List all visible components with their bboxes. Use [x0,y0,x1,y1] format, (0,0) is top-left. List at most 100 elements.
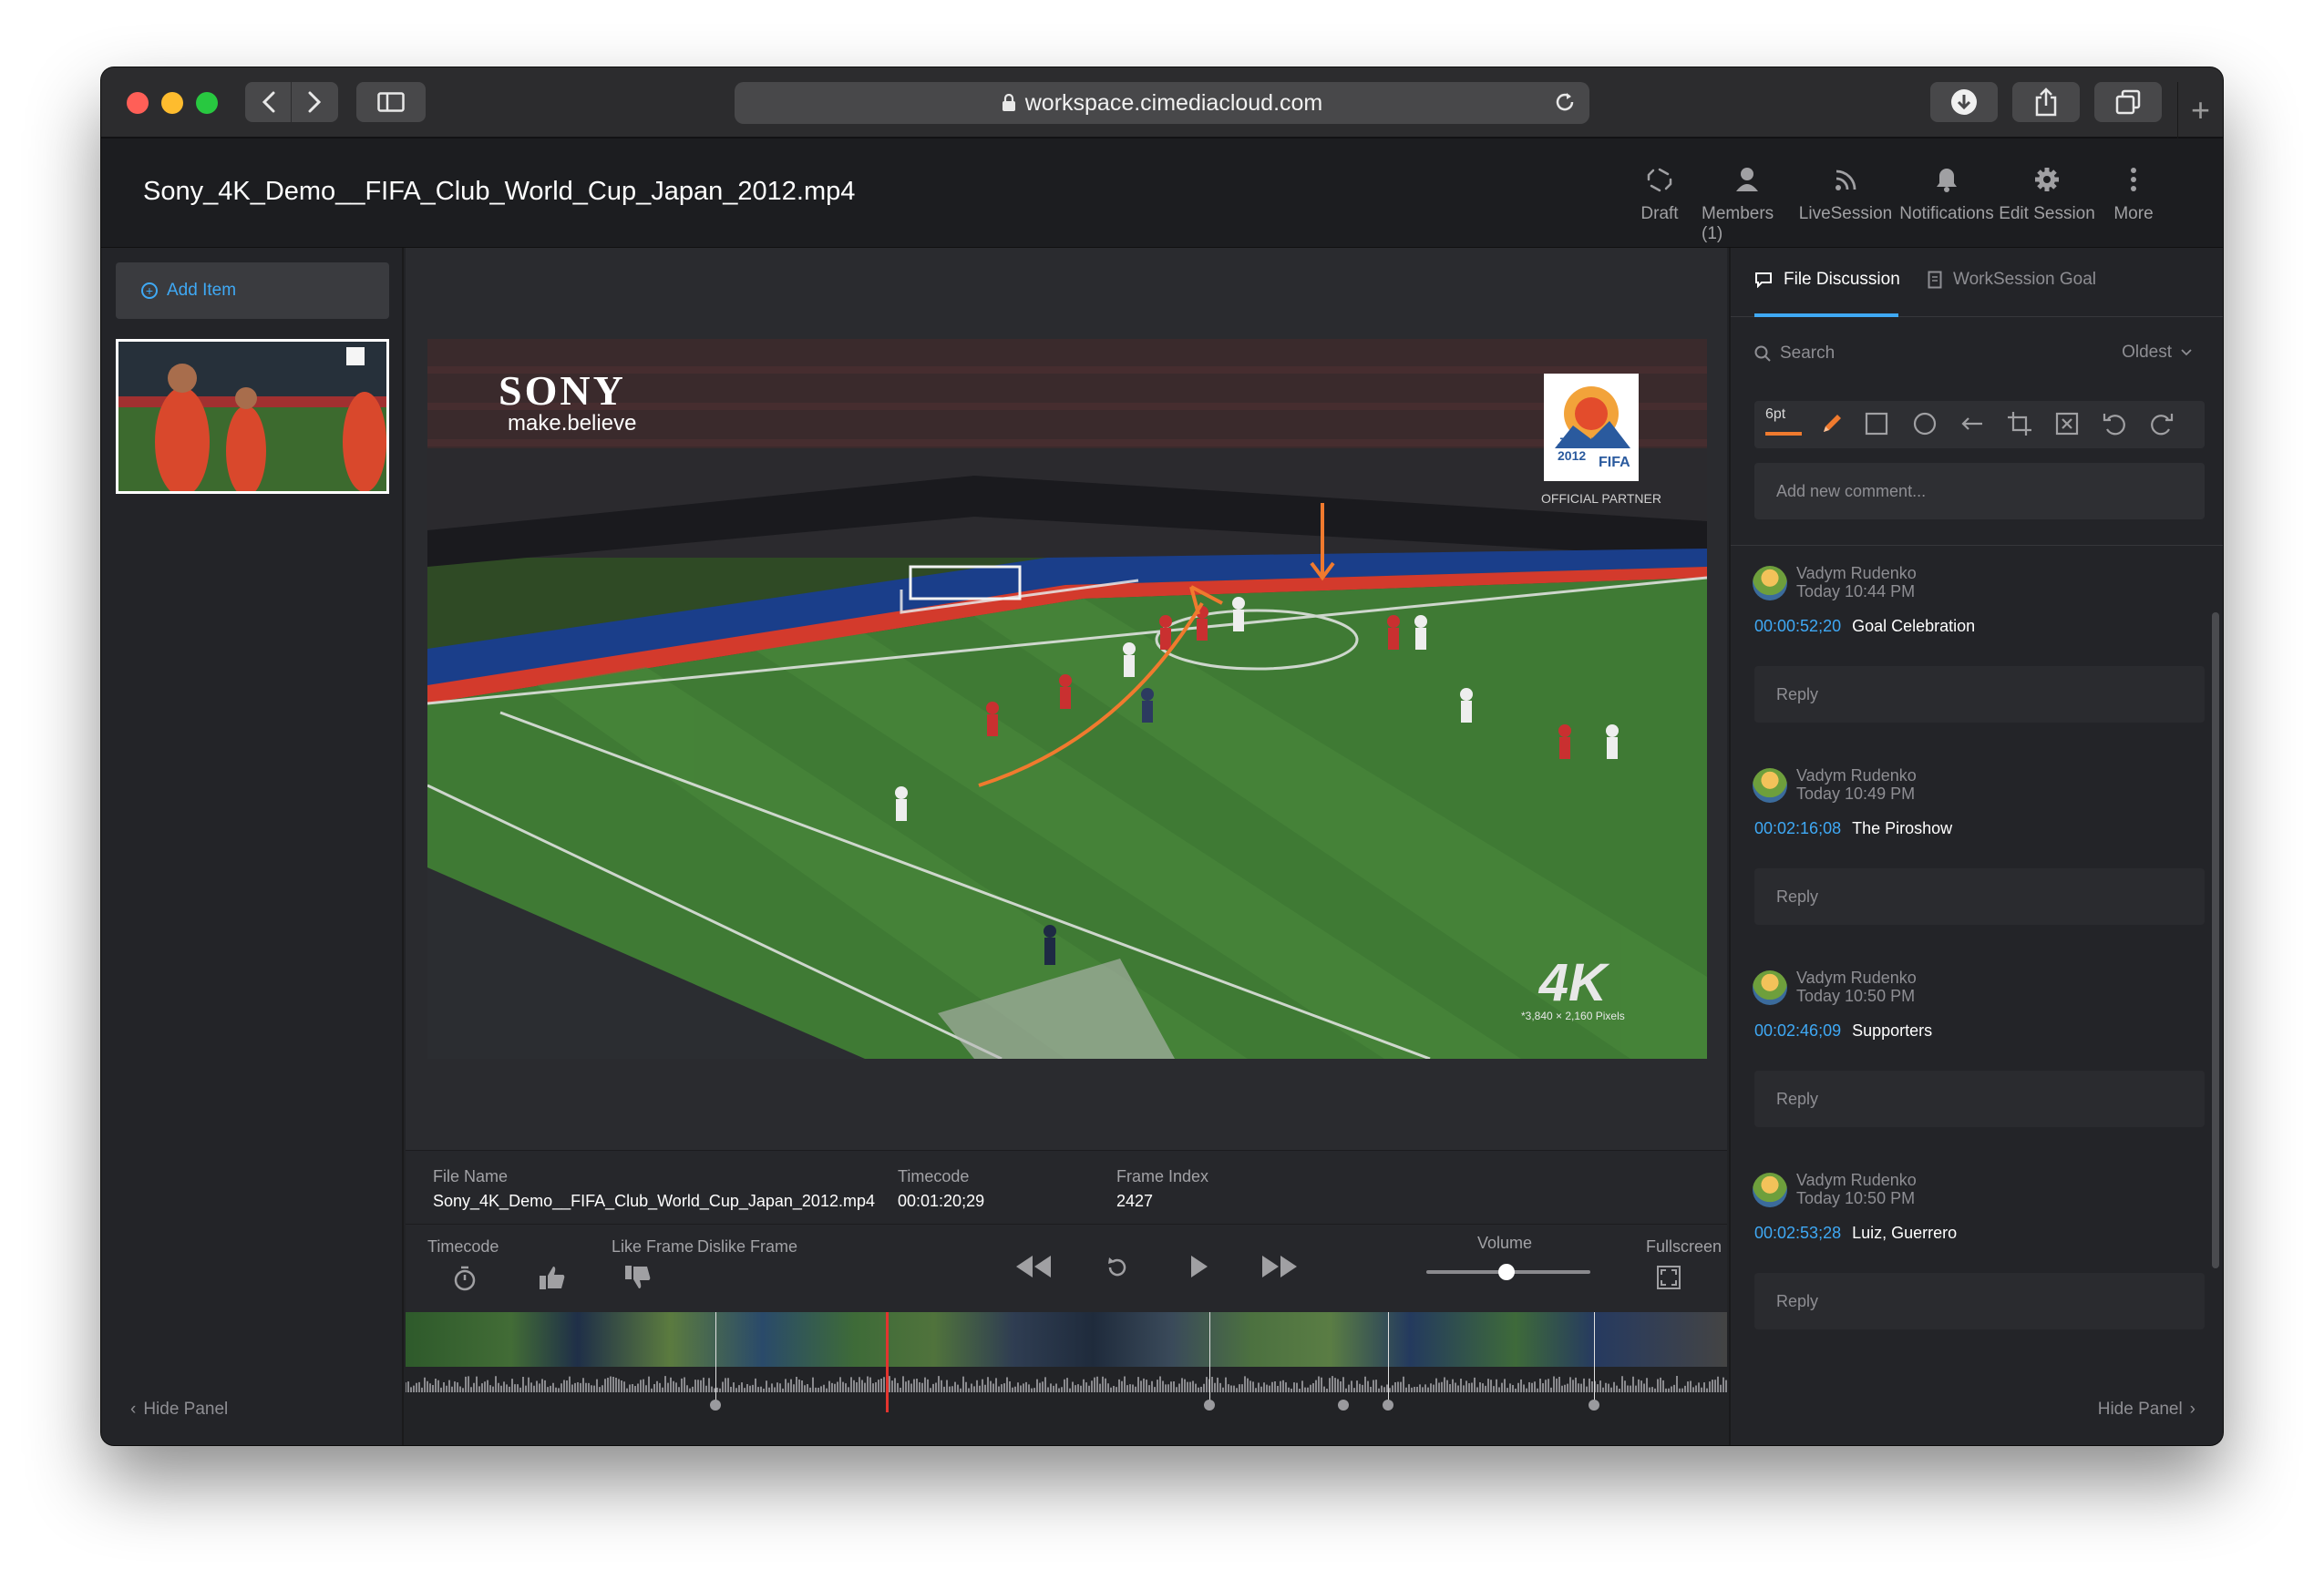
pencil-icon[interactable] [1818,410,1846,437]
members-button[interactable]: Members (1) [1702,166,1793,244]
notifications-button[interactable]: Notifications [1897,166,1997,224]
volume-slider-handle[interactable] [1498,1264,1516,1280]
comment-time: Today 10:50 PM [1796,987,1916,1005]
comment-text: The Piroshow [1852,819,1953,837]
tab-worksession-goal-label: WorkSession Goal [1953,270,2096,289]
reload-icon[interactable] [1553,90,1577,114]
timeline[interactable] [406,1312,1727,1445]
thumbs-down-icon[interactable] [624,1265,652,1290]
reply-input[interactable]: Reply [1754,868,2205,925]
replay-icon[interactable] [1105,1256,1129,1279]
search-input[interactable]: Search [1780,344,1835,364]
file-name-value: Sony_4K_Demo__FIFA_Club_World_Cup_Japan_… [433,1192,875,1210]
sort-dropdown[interactable]: Oldest [2122,343,2201,363]
comment-timecode-link[interactable]: 00:00:52;20 [1754,617,1841,635]
reply-input[interactable]: Reply [1754,666,2205,723]
tabs-overview-button[interactable] [2094,82,2162,122]
tab-worksession-goal[interactable]: WorkSession Goal [1928,270,2096,290]
bell-icon [1937,169,1957,192]
comment-thread-list: Vadym Rudenko Today 10:44 PM 00:00:52;20… [1731,545,2223,1383]
notifications-label: Notifications [1899,204,1994,223]
timecode-info: Timecode 00:01:20;29 [898,1167,984,1211]
comment-timecode-link[interactable]: 00:02:53;28 [1754,1224,1841,1242]
asset-thumbnail[interactable] [116,339,389,494]
reply-input[interactable]: Reply [1754,1071,2205,1127]
zoom-window-button[interactable] [196,92,218,114]
downloads-button[interactable] [1930,82,1998,122]
history-nav [245,82,338,122]
file-info-bar: File Name Sony_4K_Demo__FIFA_Club_World_… [406,1150,1727,1225]
undo-icon[interactable] [2101,410,2128,437]
comment-timecode-link[interactable]: 00:02:16;08 [1754,819,1841,837]
url-text: workspace.cimediacloud.com [1024,89,1323,116]
dislike-frame-label: Dislike Frame [697,1237,798,1256]
rss-icon [1836,169,1856,190]
page-title: Sony_4K_Demo__FIFA_Club_World_Cup_Japan_… [143,177,856,206]
sony-wordmark: SONY [499,367,626,414]
comment-text: Luiz, Guerrero [1852,1224,1958,1242]
more-vertical-icon [2131,168,2136,191]
fast-forward-icon[interactable] [1260,1254,1299,1279]
comment-body: 00:02:53;28 Luiz, Guerrero [1754,1224,1957,1243]
back-button[interactable] [246,82,292,122]
hide-left-panel-button[interactable]: ‹ Hide Panel [130,1400,228,1420]
new-tab-button[interactable]: + [2177,82,2223,139]
thumbs-up-icon[interactable] [539,1265,566,1290]
tab-file-discussion[interactable]: File Discussion [1754,270,1900,290]
volume-label: Volume [1477,1234,1533,1252]
close-window-button[interactable] [127,92,149,114]
avatar [1753,1173,1787,1207]
gear-icon [2035,168,2059,191]
comment-marker[interactable] [1589,1400,1599,1411]
play-icon[interactable] [1189,1254,1209,1279]
redo-icon[interactable] [2148,410,2175,437]
comment-marker[interactable] [1383,1400,1393,1411]
forward-button[interactable] [292,82,337,122]
reply-input[interactable]: Reply [1754,1273,2205,1329]
sony-tagline: make.believe [508,411,637,436]
comment-text: Supporters [1852,1021,1933,1040]
arrow-icon[interactable] [1959,410,1986,437]
draft-button[interactable]: Draft [1632,166,1687,224]
chevron-down-icon [2181,349,2192,356]
comment-marker[interactable] [710,1400,721,1411]
ellipse-icon[interactable] [1911,410,1938,437]
player-controls: Timecode Like Frame Dislike Frame Volume… [406,1225,1727,1312]
fullscreen-icon[interactable] [1656,1265,1681,1290]
share-button[interactable] [2012,82,2080,122]
comment-marker[interactable] [1204,1400,1215,1411]
livesession-button[interactable]: LiveSession [1798,166,1893,224]
clear-icon[interactable] [2053,410,2081,437]
comment-list-scrollbar[interactable] [2212,612,2219,1268]
rectangle-icon[interactable] [1864,410,1891,437]
comment-search[interactable]: Search Oldest [1754,335,2201,372]
comment-marker[interactable] [1338,1400,1349,1411]
pen-size-indicator [1765,432,1802,436]
playhead[interactable] [886,1312,889,1412]
comment-marker-line [715,1312,716,1403]
more-button[interactable]: More [2106,166,2161,224]
video-player[interactable]: JAPAN 2012 FIFA OFFICIAL PARTNER SONY ma… [427,339,1707,1059]
timecode-value: 00:01:20;29 [898,1192,985,1210]
minimize-window-button[interactable] [161,92,183,114]
new-comment-input[interactable]: Add new comment... [1754,463,2205,519]
crop-icon[interactable] [2006,410,2033,437]
chevron-right-icon [308,91,321,113]
download-icon [1951,89,1977,115]
stopwatch-icon[interactable] [453,1265,477,1292]
edit-session-button[interactable]: Edit Session [1997,166,2097,224]
comment-time: Today 10:49 PM [1796,785,1916,803]
app-header: Sony_4K_Demo__FIFA_Club_World_Cup_Japan_… [101,139,2223,248]
hide-right-panel-button[interactable]: Hide Panel › [2098,1400,2195,1420]
comment-author: Vadym Rudenko [1796,564,1917,582]
add-item-button[interactable]: + Add Item [116,262,389,319]
address-bar[interactable]: workspace.cimediacloud.com [735,82,1589,124]
partner-label: OFFICIAL PARTNER [1541,491,1661,506]
livesession-label: LiveSession [1798,204,1893,223]
draft-label: Draft [1640,204,1679,223]
search-icon [1754,345,1771,362]
sidebar-toggle-button[interactable] [356,82,426,122]
rewind-icon[interactable] [1014,1254,1053,1279]
comment-timecode-link[interactable]: 00:02:46;09 [1754,1021,1841,1040]
volume-slider[interactable] [1426,1264,1590,1280]
